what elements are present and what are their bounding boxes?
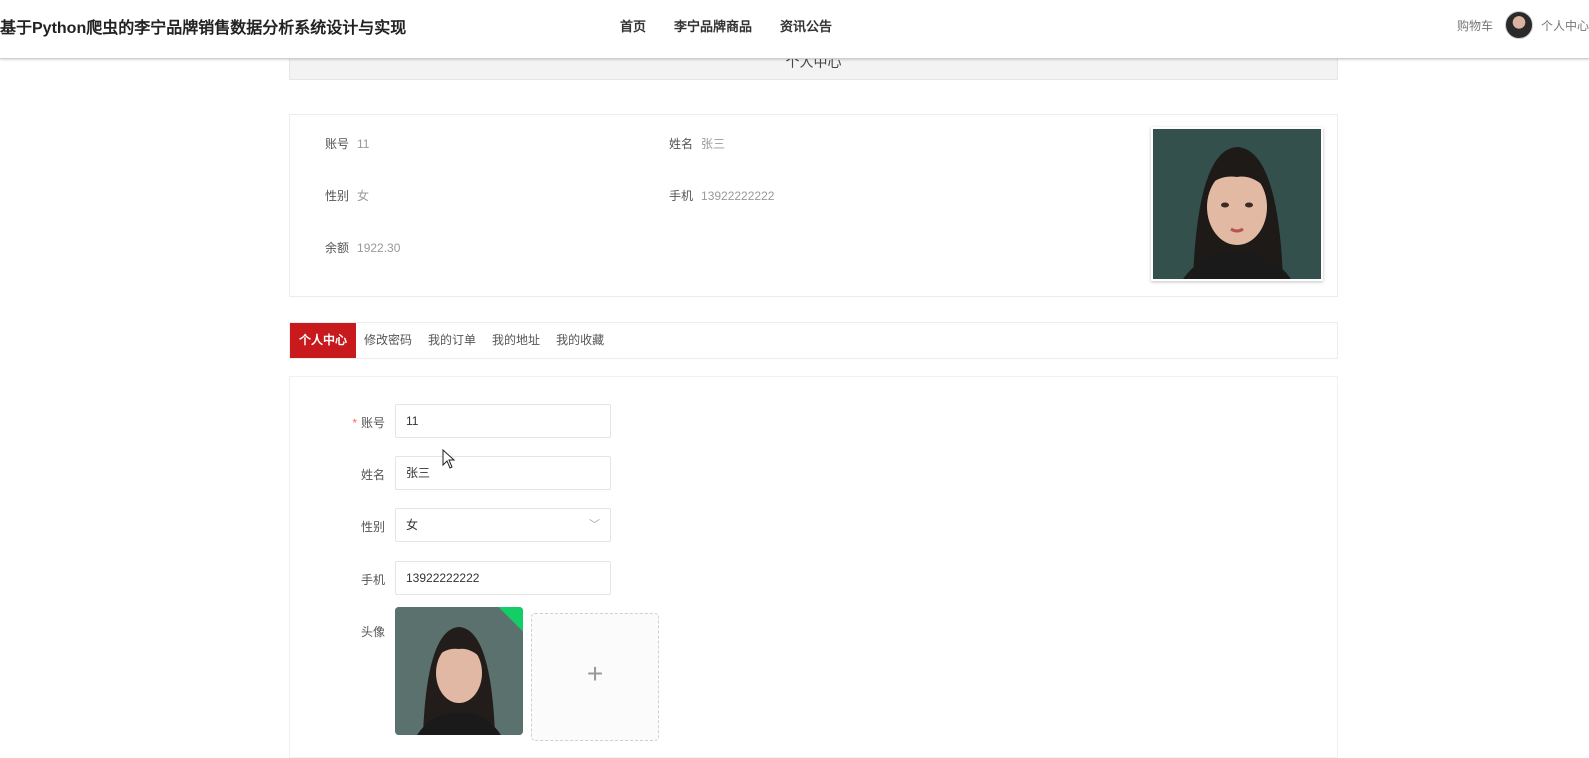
avatar-thumbnail — [395, 607, 523, 735]
tab-my-address[interactable]: 我的地址 — [484, 323, 548, 358]
info-phone: 手机 13922222222 — [669, 187, 774, 204]
gender-select-value: 女 — [406, 518, 419, 532]
avatar[interactable] — [1504, 11, 1533, 39]
nav-news[interactable]: 资讯公告 — [780, 16, 832, 35]
profile-info-card: 账号 11 姓名 张三 性别女 手机 13922222222 余额 1922.30 — [289, 114, 1338, 297]
phone-field[interactable]: 13922222222 — [395, 561, 611, 595]
form-name-label: 姓名 — [360, 468, 385, 482]
info-phone-label: 手机 — [669, 189, 694, 203]
info-name-value: 张三 — [701, 137, 726, 151]
site-title: 基于Python爬虫的李宁品牌销售数据分析系统设计与实现 — [0, 20, 407, 37]
info-balance-label: 余额 — [325, 241, 350, 255]
info-name: 姓名 张三 — [669, 135, 725, 152]
info-account-label: 账号 — [325, 137, 350, 151]
form-avatar-label: 头像 — [360, 625, 385, 639]
chevron-down-icon: ﹀ — [589, 519, 600, 531]
form-account-label-text: 账号 — [360, 416, 385, 430]
nav-products[interactable]: 李宁品牌商品 — [674, 16, 752, 35]
nav-home[interactable]: 首页 — [620, 16, 646, 35]
info-name-label: 姓名 — [669, 137, 694, 151]
tab-change-password[interactable]: 修改密码 — [356, 323, 420, 358]
cart-link[interactable]: 购物车 — [1457, 17, 1493, 34]
info-gender-label: 性别 — [325, 189, 350, 203]
uploaded-avatar[interactable]: ✓ — [395, 607, 523, 735]
form-gender-label: 性别 — [360, 520, 385, 534]
profile-form: *账号 11 姓名 张三 性别 女 ﹀ 手机 13922222222 头像 ✓ … — [289, 376, 1338, 758]
user-links: 购物车 个人中心 — [1457, 11, 1589, 39]
tab-my-orders[interactable]: 我的订单 — [420, 323, 484, 358]
profile-photo — [1151, 127, 1323, 281]
info-account: 账号 11 — [325, 135, 369, 152]
top-navbar: 基于Python爬虫的李宁品牌销售数据分析系统设计与实现 首页 李宁品牌商品 资… — [0, 0, 1589, 59]
account-field[interactable]: 11 — [395, 404, 611, 438]
required-mark: * — [352, 416, 357, 430]
tab-my-favorites[interactable]: 我的收藏 — [548, 323, 612, 358]
name-field[interactable]: 张三 — [395, 456, 611, 490]
upload-add-button[interactable]: + — [531, 613, 659, 741]
main-nav: 首页 李宁品牌商品 资讯公告 — [620, 16, 832, 35]
portrait-image — [1153, 129, 1321, 279]
form-account-label: * 账号 — [290, 414, 385, 431]
info-balance: 余额 1922.30 — [325, 239, 400, 256]
profile-tabs: 个人中心 修改密码 我的订单 我的地址 我的收藏 — [289, 322, 1338, 359]
tab-profile[interactable]: 个人中心 — [290, 323, 357, 358]
info-account-value: 11 — [357, 137, 370, 151]
info-phone-value: 13922222222 — [701, 189, 775, 203]
user-center-link[interactable]: 个人中心 — [1541, 17, 1589, 34]
info-gender-value: 女 — [357, 189, 370, 203]
info-gender: 性别女 — [325, 187, 369, 204]
form-phone-label: 手机 — [360, 573, 385, 587]
gender-select[interactable]: 女 ﹀ — [395, 508, 611, 542]
info-balance-value: 1922.30 — [357, 241, 401, 255]
